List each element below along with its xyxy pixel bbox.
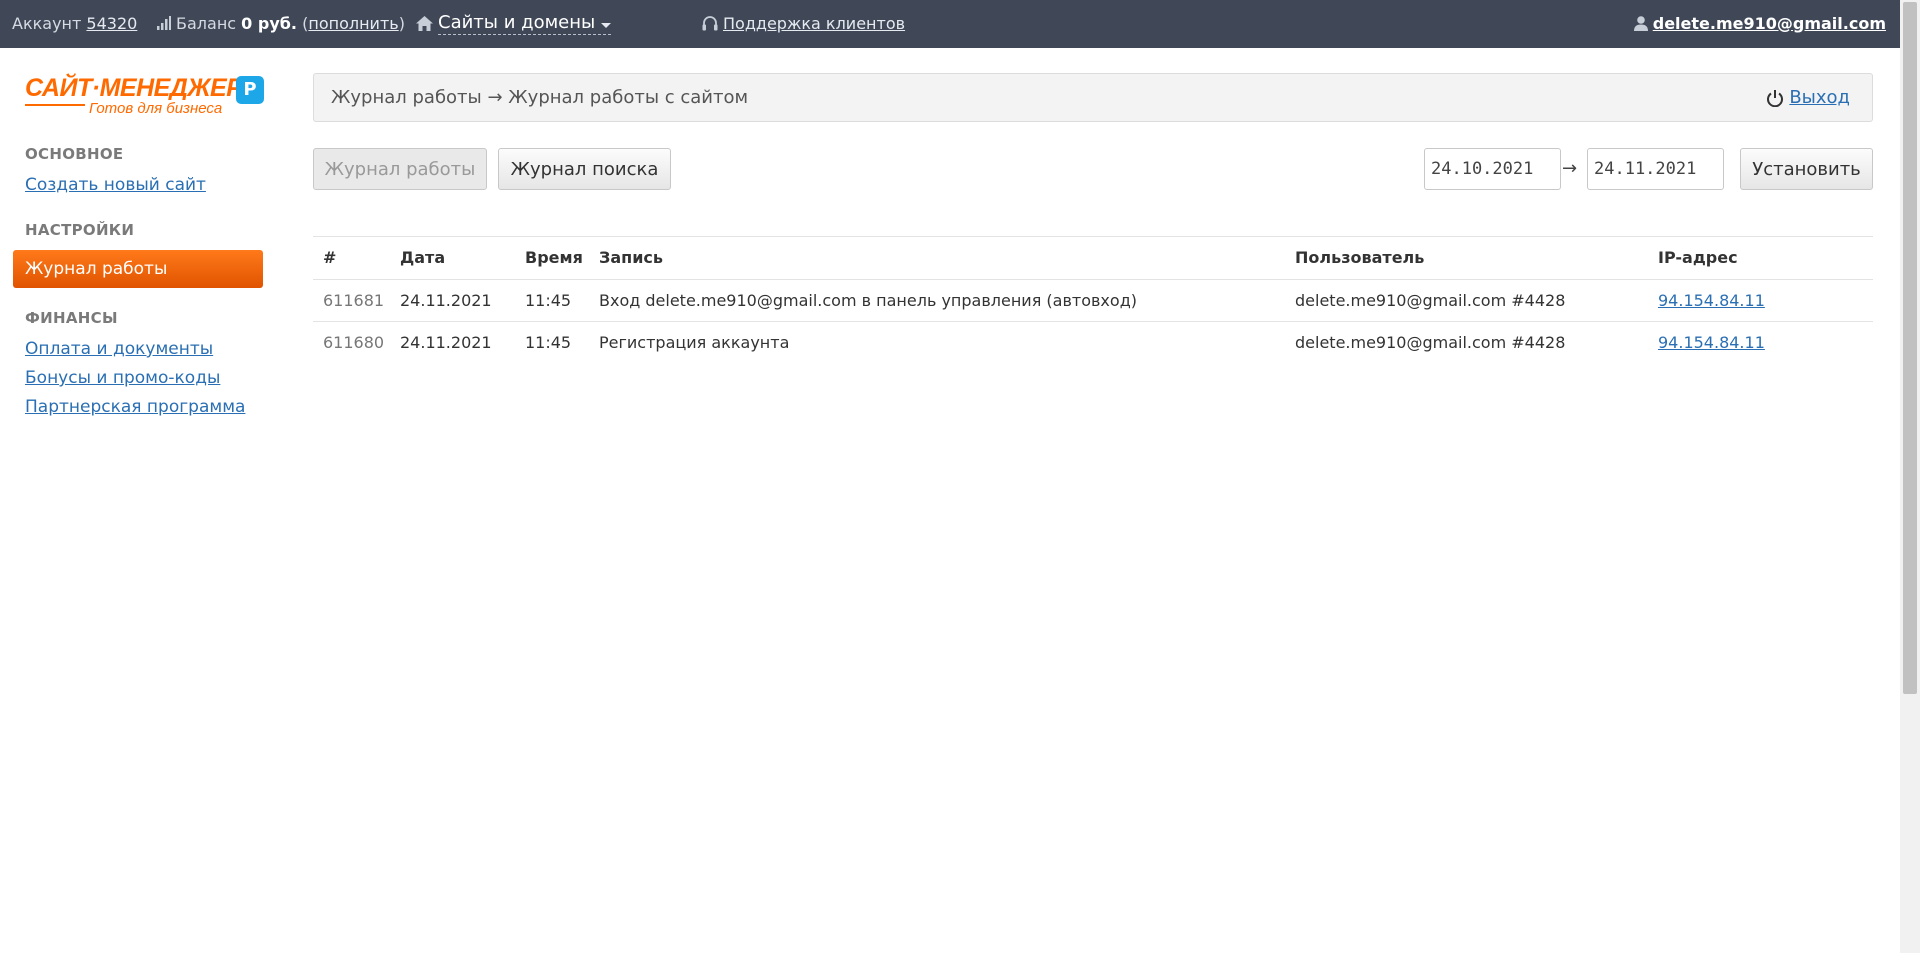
row-user: delete.me910@gmail.com #4428 [1295, 291, 1566, 310]
header-id: # [323, 248, 337, 267]
ip-link[interactable]: 94.154.84.11 [1658, 333, 1765, 352]
sites-menu[interactable]: Сайты и домены [416, 0, 612, 46]
breadcrumb-text: Журнал работы → Журнал работы с сайтом [331, 87, 749, 108]
user-email-link[interactable]: delete.me910@gmail.com [1653, 14, 1886, 33]
logo-title: САЙТ·МЕНЕДЖЕР [25, 74, 243, 102]
logout[interactable]: Выход [1766, 74, 1850, 121]
signal-bars-icon [157, 16, 171, 30]
logout-link[interactable]: Выход [1789, 74, 1850, 121]
header-time: Время [525, 248, 583, 267]
chevron-down-icon [601, 22, 612, 28]
row-id: 611680 [323, 333, 385, 352]
account-info: Аккаунт 54320 [12, 0, 137, 46]
row-record: Вход delete.me910@gmail.com в панель упр… [599, 291, 1137, 310]
balance-label: Баланс [176, 13, 237, 33]
row-date: 24.11.2021 [400, 333, 492, 352]
balance-info: Баланс 0 руб. (пополнить) [157, 0, 405, 46]
header-user: Пользователь [1295, 248, 1425, 267]
sidebar-item-partners[interactable]: Партнерская программа [25, 397, 245, 417]
sidebar-item-bonuses[interactable]: Бонусы и промо-коды [25, 368, 220, 388]
scrollbar-thumb[interactable] [1903, 2, 1917, 694]
breadcrumb: Журнал работы → Журнал работы с сайтом В… [313, 73, 1873, 122]
sites-menu-label[interactable]: Сайты и домены [438, 11, 612, 35]
page-scrollbar[interactable] [1900, 0, 1920, 953]
date-to-input[interactable]: 24.11.2021 [1587, 148, 1724, 190]
row-ip: 94.154.84.11 [1658, 322, 1765, 363]
date-from-input[interactable]: 24.10.2021 [1424, 148, 1561, 190]
row-date: 24.11.2021 [400, 291, 492, 310]
row-ip: 94.154.84.11 [1658, 280, 1765, 321]
home-icon [416, 15, 433, 31]
row-id: 611681 [323, 291, 385, 310]
work-log-button[interactable]: Журнал работы [313, 148, 487, 190]
sidebar-item-create-site[interactable]: Создать новый сайт [25, 175, 206, 195]
sidebar-section-main: ОСНОВНОЕ [25, 145, 124, 163]
sidebar-section-finance: ФИНАНСЫ [25, 309, 118, 327]
table-row: 611680 24.11.2021 11:45 Регистрация акка… [313, 321, 1873, 363]
topup-paren-close: ) [398, 13, 405, 33]
row-record: Регистрация аккаунта [599, 333, 790, 352]
ip-link[interactable]: 94.154.84.11 [1658, 291, 1765, 310]
power-icon [1767, 89, 1784, 107]
balance-value: 0 руб. [241, 13, 298, 33]
search-log-button[interactable]: Журнал поиска [498, 148, 671, 190]
sites-menu-text: Сайты и домены [438, 11, 596, 33]
top-bar: Аккаунт 54320 Баланс 0 руб. (пополнить) … [0, 0, 1900, 48]
support: Поддержка клиентов [702, 0, 905, 46]
header-ip: IP-адрес [1658, 248, 1738, 267]
site-manager-logo[interactable]: САЙТ·МЕНЕДЖЕР Готов для бизнеса P [25, 74, 265, 122]
row-time: 11:45 [525, 291, 572, 310]
row-time: 11:45 [525, 333, 572, 352]
header-date: Дата [400, 248, 446, 267]
support-link[interactable]: Поддержка клиентов [723, 14, 905, 33]
headset-icon [702, 15, 718, 30]
row-user: delete.me910@gmail.com #4428 [1295, 333, 1566, 352]
header-record: Запись [599, 248, 664, 267]
logo-subtitle: Готов для бизнеса [85, 100, 227, 117]
logo-badge-icon: P [236, 76, 264, 104]
account-label: Аккаунт [12, 13, 82, 33]
table-row: 611681 24.11.2021 11:45 Вход delete.me91… [313, 279, 1873, 321]
work-log-table: # Дата Время Запись Пользователь IP-адре… [313, 236, 1873, 363]
table-header-row: # Дата Время Запись Пользователь IP-адре… [313, 236, 1873, 279]
sidebar-item-work-log[interactable]: Журнал работы [13, 250, 263, 288]
user-icon [1633, 15, 1648, 31]
date-range-arrow: → [1562, 158, 1578, 179]
sidebar-section-settings: НАСТРОЙКИ [25, 221, 135, 239]
user-menu[interactable]: delete.me910@gmail.com [1633, 0, 1886, 46]
sidebar-item-payments[interactable]: Оплата и документы [25, 339, 213, 359]
apply-date-button[interactable]: Установить [1740, 148, 1873, 190]
account-number-link[interactable]: 54320 [86, 14, 137, 33]
topup-link[interactable]: пополнить [308, 14, 398, 33]
